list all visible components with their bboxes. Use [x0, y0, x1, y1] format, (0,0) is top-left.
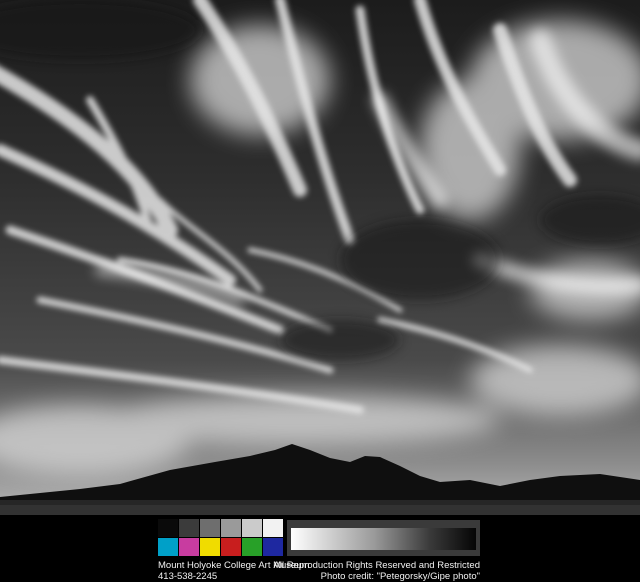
magenta-swatch: [179, 538, 199, 556]
gray-swatch-4: [221, 519, 241, 537]
color-swatch-grid: [158, 519, 283, 556]
gray-swatch-1: [158, 519, 178, 537]
gray-swatch-6: [263, 519, 283, 537]
rights-caption: All Reproduction Rights Reserved and Res…: [274, 560, 480, 582]
red-swatch: [221, 538, 241, 556]
yellow-swatch: [200, 538, 220, 556]
color-calibration-bar: Mount Holyoke College Art Museum 413-538…: [0, 515, 640, 582]
rights-text: All Reproduction Rights Reserved and Res…: [273, 560, 480, 571]
gray-swatch-3: [200, 519, 220, 537]
gray-swatch-2: [179, 519, 199, 537]
gradient-strip: [291, 528, 476, 550]
blue-swatch: [263, 538, 283, 556]
gray-swatch-5: [242, 519, 262, 537]
landscape-photo: [0, 0, 640, 515]
gray-gradient-ramp: [287, 520, 480, 556]
photo-credit: Photo credit: "Petegorsky/Gipe photo": [320, 571, 480, 582]
green-swatch: [242, 538, 262, 556]
cyan-swatch: [158, 538, 178, 556]
